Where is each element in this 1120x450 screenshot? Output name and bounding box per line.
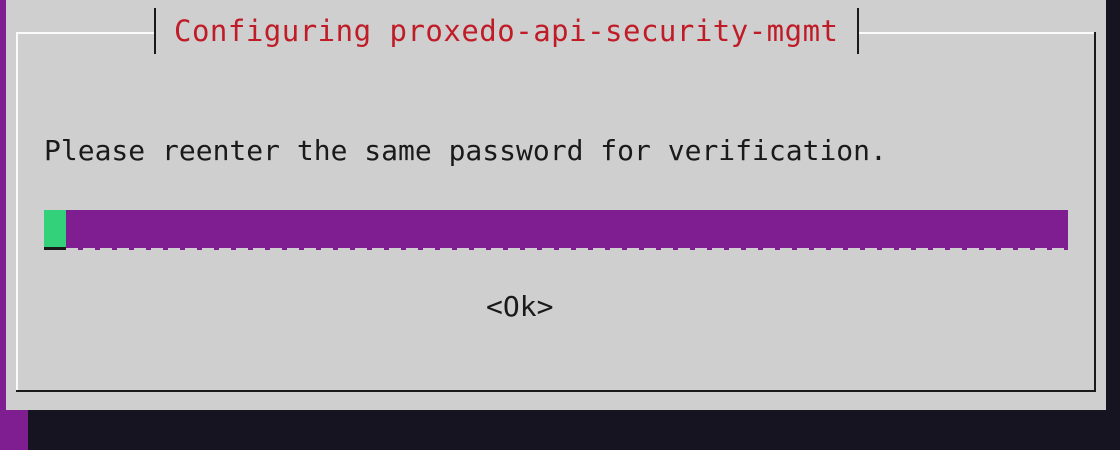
terminal-screen: Configuring proxedo-api-security-mgmt Pl… (0, 0, 1120, 450)
password-input[interactable] (44, 210, 1068, 250)
config-dialog: Configuring proxedo-api-security-mgmt Pl… (6, 0, 1106, 410)
dialog-title: Configuring proxedo-api-security-mgmt (174, 14, 839, 48)
input-underline (66, 248, 1068, 250)
dialog-title-box: Configuring proxedo-api-security-mgmt (154, 8, 859, 54)
ok-button[interactable]: <Ok> (486, 290, 553, 323)
dialog-shadow-bottom (28, 410, 1120, 450)
dialog-shadow-right (1106, 0, 1120, 450)
dialog-message: Please reenter the same password for ver… (44, 134, 887, 167)
text-cursor (44, 210, 66, 250)
cursor-underline (44, 247, 66, 250)
